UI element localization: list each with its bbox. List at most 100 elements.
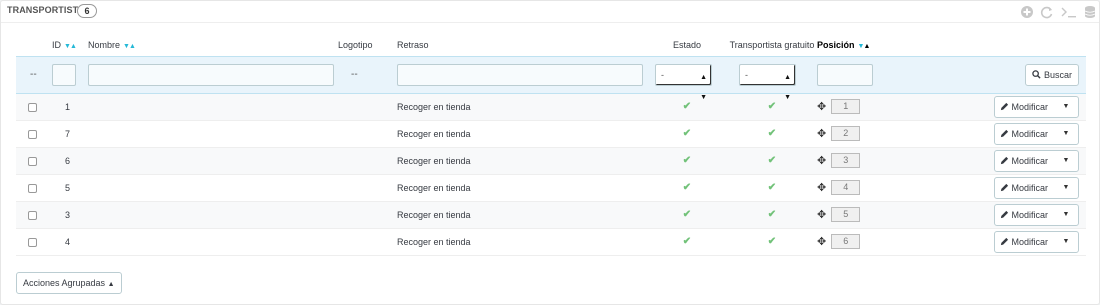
sql-icon[interactable] [1060,5,1080,19]
row-nombre [88,147,338,175]
refresh-icon[interactable] [1040,5,1054,19]
gratuito-header: Transportista gratuito [729,39,815,50]
row-nombre [88,174,338,202]
gratuito-filter-select[interactable]: - ▲ ▼ [739,63,796,101]
estado-check-icon[interactable]: ✔ [683,182,691,193]
modify-button-group: Modificar ▼ [993,203,1079,226]
logo-filter-dash: -- [351,69,358,80]
modify-button-group: Modificar ▼ [993,230,1079,253]
caret-down-icon[interactable]: ▼ [1054,232,1078,252]
caret-down-icon[interactable]: ▼ [1054,151,1078,171]
gratuito-check-icon[interactable]: ✔ [768,101,776,112]
nombre-header[interactable]: Nombre ▼▲ [88,34,338,56]
row-checkbox[interactable] [28,102,37,112]
id-header[interactable]: ID ▼▲ [52,34,88,56]
nombre-filter-input[interactable] [88,63,334,86]
row-id: 4 [52,228,88,256]
position-value: 2 [831,126,861,141]
row-checkbox[interactable] [28,129,37,139]
row-id: 7 [52,120,88,148]
gratuito-check-icon[interactable]: ✔ [768,182,776,193]
select-caret-icon: ▲ ▼ [700,73,707,101]
estado-check-icon[interactable]: ✔ [683,128,691,139]
estado-filter-select[interactable]: - ▲ ▼ [655,63,712,101]
retraso-filter-input[interactable] [397,63,643,86]
filter-row: -- -- - ▲ ▼ - ▲ ▼ Buscar [16,55,1086,101]
row-id: 6 [52,147,88,175]
row-nombre [88,120,338,148]
row-retraso: Recoger en tienda [397,201,647,229]
row-id: 1 [52,93,88,121]
modify-button[interactable]: Modificar [995,177,1054,198]
modify-button-group: Modificar ▼ [993,176,1079,199]
drag-handle-icon[interactable]: ✥ [817,208,826,221]
drag-handle-icon[interactable]: ✥ [817,100,826,113]
caret-down-icon[interactable]: ▼ [1054,205,1078,225]
drag-handle-icon[interactable]: ✥ [817,181,826,194]
estado-check-icon[interactable]: ✔ [683,101,691,112]
pencil-icon [1000,210,1009,218]
table-row: 6 Recoger en tienda ✔ ✔ ✥ 3 Modificar ▼ [16,147,1086,175]
position-value: 3 [831,153,861,168]
row-checkbox[interactable] [28,237,37,247]
modify-button[interactable]: Modificar [995,123,1054,144]
modify-button[interactable]: Modificar [995,96,1054,117]
row-checkbox[interactable] [28,156,37,166]
position-value: 1 [831,99,861,114]
modify-button[interactable]: Modificar [995,231,1054,252]
modify-button-group: Modificar ▼ [993,122,1079,145]
row-retraso: Recoger en tienda [397,228,647,256]
caret-up-icon: ▲ [107,281,115,288]
row-logo [338,201,397,229]
search-icon [1032,69,1042,79]
row-nombre [88,201,338,229]
caret-down-icon[interactable]: ▼ [1054,124,1078,144]
sort-arrows-icon[interactable]: ▼▲ [858,43,871,50]
count-badge: 6 [77,4,97,18]
drag-handle-icon[interactable]: ✥ [817,154,826,167]
posicion-header[interactable]: Posición ▼▲ [817,34,885,56]
gratuito-check-icon[interactable]: ✔ [768,155,776,166]
caret-down-icon[interactable]: ▼ [1054,178,1078,198]
estado-check-icon[interactable]: ✔ [683,236,691,247]
bulk-actions-button[interactable]: Acciones Agrupadas ▲ [16,272,122,294]
row-retraso: Recoger en tienda [397,147,647,175]
select-caret-icon: ▲ ▼ [784,73,791,101]
estado-check-icon[interactable]: ✔ [683,155,691,166]
position-value: 5 [831,207,861,222]
filter-dash: -- [30,69,37,80]
id-filter-input[interactable] [52,63,76,86]
drag-handle-icon[interactable]: ✥ [817,235,826,248]
panel-heading: TRANSPORTISTAS 6 [1,1,1099,23]
pencil-icon [1000,237,1009,245]
sort-arrows-icon[interactable]: ▼▲ [64,43,77,50]
actions-header [885,34,1086,56]
row-retraso: Recoger en tienda [397,174,647,202]
carriers-panel: TRANSPORTISTAS 6 ID ▼▲ Nombre ▼▲ Logotipo [0,0,1100,305]
database-icon[interactable] [1083,5,1097,19]
gratuito-check-icon[interactable]: ✔ [768,209,776,220]
table-row: 7 Recoger en tienda ✔ ✔ ✥ 2 Modificar ▼ [16,120,1086,148]
posicion-filter-input[interactable] [817,63,873,86]
row-logo [338,228,397,256]
estado-check-icon[interactable]: ✔ [683,209,691,220]
row-checkbox[interactable] [28,210,37,220]
modify-button-group: Modificar ▼ [993,149,1079,172]
modify-button-group: Modificar ▼ [993,95,1079,118]
gratuito-check-icon[interactable]: ✔ [768,236,776,247]
row-nombre [88,228,338,256]
sort-arrows-icon[interactable]: ▼▲ [123,43,136,50]
caret-down-icon[interactable]: ▼ [1054,97,1078,117]
gratuito-check-icon[interactable]: ✔ [768,128,776,139]
drag-handle-icon[interactable]: ✥ [817,127,826,140]
row-retraso: Recoger en tienda [397,93,647,121]
position-value: 6 [831,234,861,249]
search-button[interactable]: Buscar [1025,63,1079,86]
table-row: 5 Recoger en tienda ✔ ✔ ✥ 4 Modificar ▼ [16,174,1086,202]
header-row: ID ▼▲ Nombre ▼▲ Logotipo Retraso Estado Tr… [16,34,1086,56]
modify-button[interactable]: Modificar [995,150,1054,171]
modify-button[interactable]: Modificar [995,204,1054,225]
row-checkbox[interactable] [28,183,37,193]
retraso-header: Retraso [397,39,429,50]
add-icon[interactable] [1020,5,1034,19]
